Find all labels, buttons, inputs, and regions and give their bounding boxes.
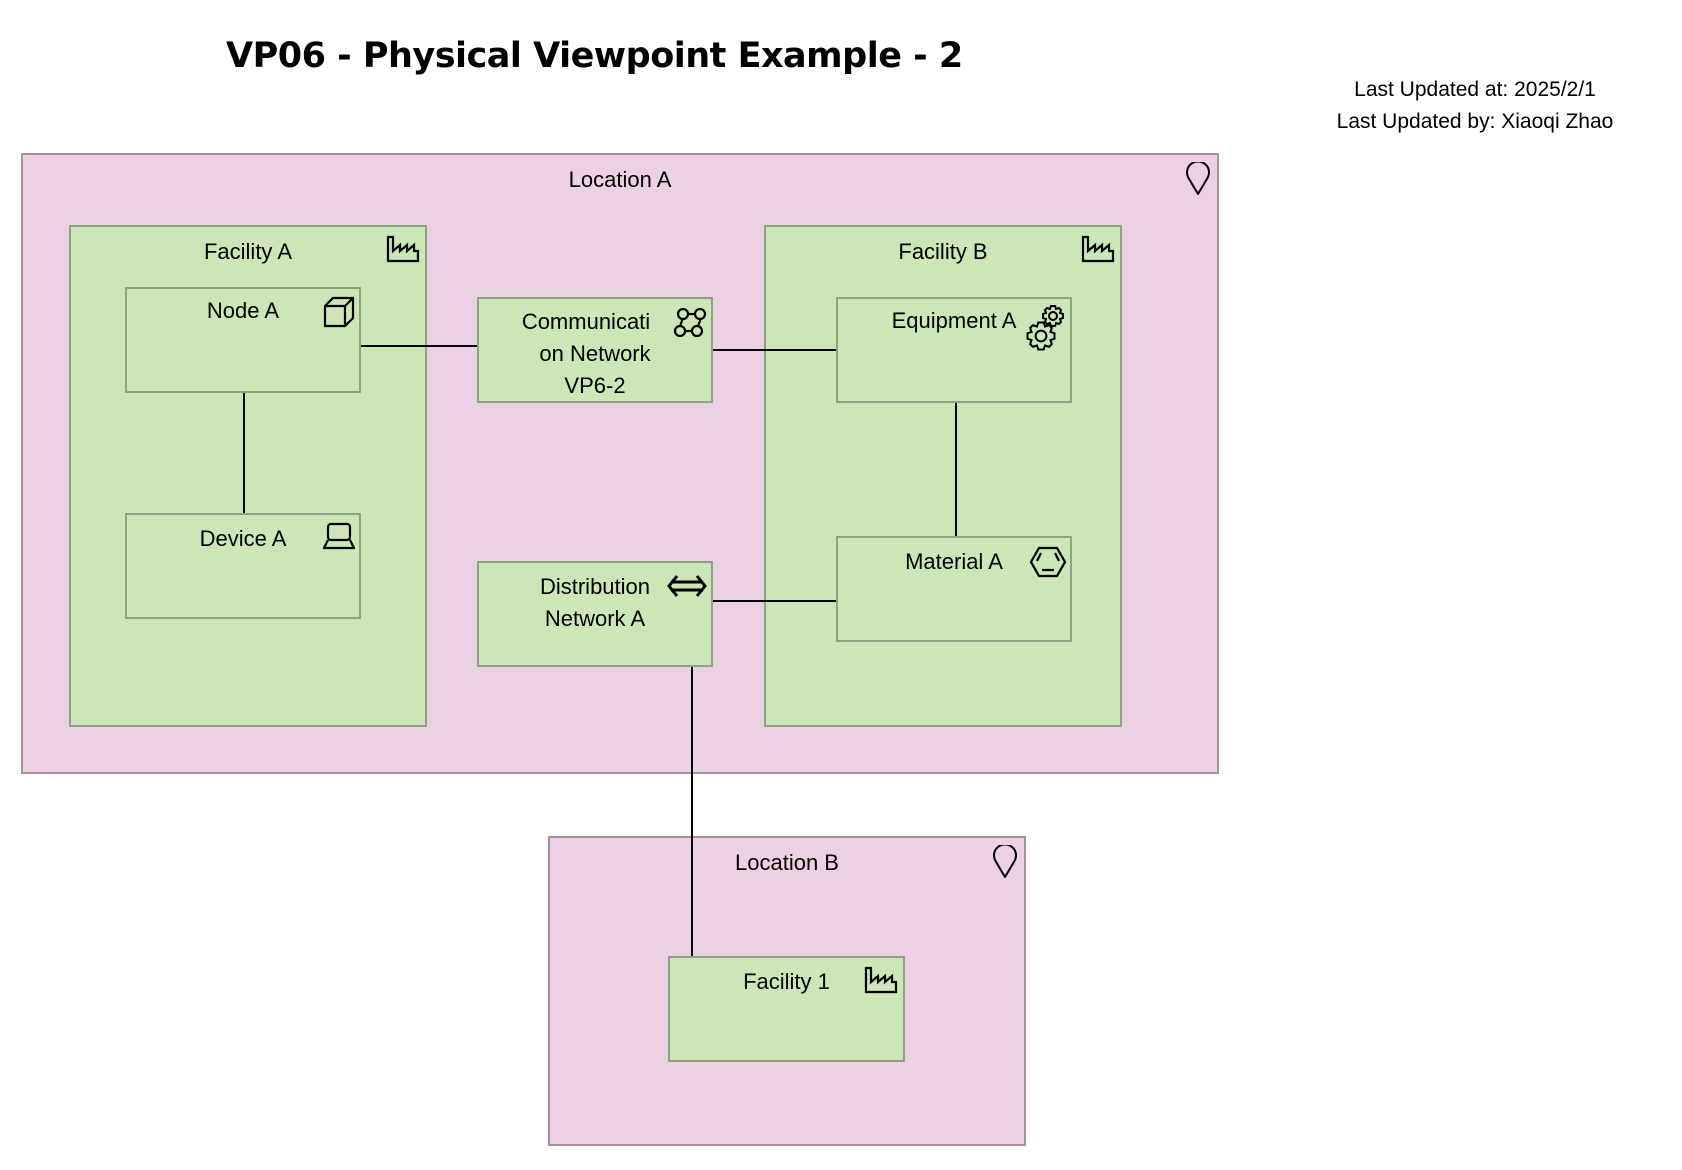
hexagon-material-icon: [1030, 546, 1066, 578]
last-updated-by: Last Updated by: Xiaoqi Zhao: [1336, 110, 1614, 133]
gears-icon: [1026, 303, 1066, 355]
connector-node-a-device-a[interactable]: [243, 393, 245, 513]
communication-network-vp6-2[interactable]: Communicati on Network VP6-2: [477, 297, 713, 403]
connector-node-a-comm-network[interactable]: [361, 345, 477, 347]
factory-icon: [1081, 235, 1115, 263]
device-icon: [323, 522, 355, 550]
bidirectional-arrow-icon: [667, 573, 707, 599]
connector-dist-network-material-a[interactable]: [713, 600, 836, 602]
location-pin-icon: [1185, 162, 1211, 196]
node-a[interactable]: Node A: [125, 287, 361, 393]
node-cube-icon: [323, 296, 355, 328]
connector-comm-network-equipment-a[interactable]: [713, 349, 836, 351]
connector-dist-network-facility-1[interactable]: [691, 667, 693, 956]
dist-network-label-line-2: Network A: [544, 606, 646, 631]
distribution-network-a[interactable]: Distribution Network A: [477, 561, 713, 667]
network-icon: [673, 306, 707, 340]
equipment-a[interactable]: Equipment A: [836, 297, 1072, 403]
last-updated-at: Last Updated at: 2025/2/1: [1354, 78, 1596, 101]
facility-a-label: Facility A: [203, 239, 293, 264]
facility-1[interactable]: Facility 1: [668, 956, 905, 1062]
factory-icon: [864, 966, 898, 994]
factory-icon: [386, 235, 420, 263]
comm-network-label-line-2: on Network: [539, 341, 651, 366]
location-a-label: Location A: [568, 167, 672, 192]
location-b-label: Location B: [735, 850, 839, 875]
facility-b-label: Facility B: [898, 239, 988, 264]
connector-equipment-a-material-a[interactable]: [955, 403, 957, 536]
device-a[interactable]: Device A: [125, 513, 361, 619]
diagram-title: VP06 - Physical Viewpoint Example - 2: [226, 36, 963, 76]
location-pin-icon: [992, 845, 1018, 879]
material-a[interactable]: Material A: [836, 536, 1072, 642]
comm-network-label-line-3: VP6-2: [564, 373, 626, 398]
